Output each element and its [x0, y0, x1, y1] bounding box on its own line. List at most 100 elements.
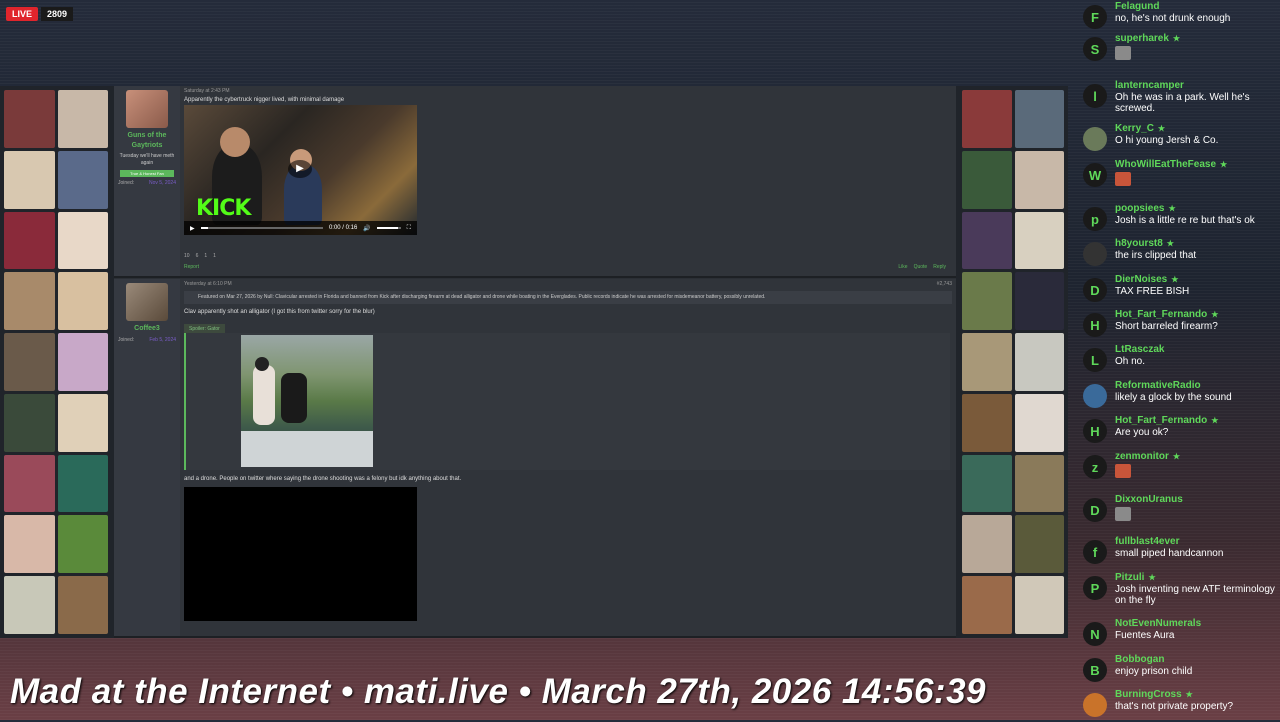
forum-post: Guns of the Gaytriots Tuesday we'll have…: [114, 86, 956, 278]
subscriber-star-icon: ★: [1220, 160, 1228, 169]
avatar[interactable]: [126, 90, 168, 128]
avatar[interactable]: f: [1083, 540, 1107, 564]
reply-button[interactable]: Reply: [933, 264, 946, 270]
avatar[interactable]: [1083, 384, 1107, 408]
volume-slider[interactable]: [376, 227, 401, 229]
live-badge: LIVE 2809: [6, 7, 74, 21]
chat-username[interactable]: zenmonitor: [1115, 451, 1169, 462]
joined-label: Joined:: [118, 337, 135, 343]
chat-username[interactable]: DierNoises: [1115, 274, 1167, 285]
author-name[interactable]: Guns of the Gaytriots: [114, 131, 180, 151]
subscriber-star-icon: ★: [1157, 124, 1166, 133]
avatar[interactable]: [1083, 127, 1107, 151]
chat-text: enjoy prison child: [1115, 666, 1193, 677]
emote-icon: [1115, 172, 1131, 186]
chat-message: N NotEvenNumerals Fuentes Aura: [1080, 617, 1280, 651]
post-date[interactable]: Saturday at 2:43 PM: [184, 86, 230, 96]
post-date[interactable]: Yesterday at 6:10 PM: [184, 279, 232, 289]
avatar[interactable]: D: [1083, 498, 1107, 522]
avatar[interactable]: p: [1083, 207, 1107, 231]
post-text: Apparently the cybertruck nigger lived, …: [184, 97, 345, 103]
avatar[interactable]: z: [1083, 455, 1107, 479]
featured-banner: Featured on Mar 27, 2026 by Null: Clavic…: [184, 291, 952, 304]
alligator-image[interactable]: [241, 335, 373, 467]
reaction-count[interactable]: 1: [204, 253, 207, 259]
spoiler-content: [184, 333, 950, 470]
chat-username[interactable]: lanterncamper: [1115, 80, 1184, 91]
chat-message: P Pitzuli ★ Josh inventing new ATF terminol…: [1080, 571, 1280, 606]
like-button[interactable]: Like: [898, 264, 907, 270]
chat-username[interactable]: Hot_Fart_Fernando: [1115, 415, 1207, 426]
chat-message: f fullblast4ever small piped handcannon: [1080, 535, 1280, 569]
chat-username[interactable]: NotEvenNumerals: [1115, 618, 1201, 629]
chat-message: l lanterncamper Oh he was in a park. Well …: [1080, 79, 1280, 114]
avatar[interactable]: H: [1083, 313, 1107, 337]
avatar[interactable]: [1083, 693, 1107, 717]
volume-icon[interactable]: 🔊: [363, 225, 370, 232]
avatar[interactable]: W: [1083, 163, 1107, 187]
chat-message: Kerry_C ★ O hi young Jersh & Co.: [1080, 122, 1280, 156]
forum-capture: Guns of the Gaytriots Tuesday we'll have…: [0, 86, 1068, 638]
author-title: Tuesday we'll have meth again: [119, 153, 175, 166]
subscriber-star-icon: ★: [1168, 204, 1176, 213]
author-name[interactable]: Coffee3: [114, 324, 180, 334]
chat-text: Josh inventing new ATF terminology on th…: [1115, 584, 1275, 606]
avatar[interactable]: [126, 283, 168, 321]
stream-footer: Mad at the Internet • mati.live • March …: [10, 672, 987, 711]
video-player[interactable]: KICK ▶ ▶ 0:00 / 0:16 🔊 ⛶: [184, 105, 417, 235]
chat-username[interactable]: fullblast4ever: [1115, 536, 1179, 547]
chat-username[interactable]: poopsiees: [1115, 203, 1164, 214]
avatar[interactable]: L: [1083, 348, 1107, 372]
avatar[interactable]: F: [1083, 5, 1107, 29]
chat-username[interactable]: WhoWillEatTheFease: [1115, 159, 1216, 170]
post-number[interactable]: #2,743: [937, 279, 952, 289]
avatar[interactable]: S: [1083, 37, 1107, 61]
chat-message: H Hot_Fart_Fernando ★ Are you ok?: [1080, 414, 1280, 448]
play-button-icon[interactable]: ▶: [190, 225, 195, 232]
chat-text: that's not private property?: [1115, 701, 1234, 712]
wallpaper-right: [958, 86, 1068, 638]
chat-username[interactable]: BurningCross: [1115, 689, 1182, 700]
post-content: Saturday at 2:43 PM Apparently the cyber…: [184, 86, 952, 276]
avatar[interactable]: P: [1083, 576, 1107, 600]
joined-date: Feb 5, 2024: [149, 337, 176, 343]
play-icon[interactable]: ▶: [288, 160, 312, 178]
reaction-count[interactable]: 10: [184, 253, 190, 259]
chat-username[interactable]: Felagund: [1115, 1, 1159, 12]
chat-message: ReformativeRadio likely a glock by the so…: [1080, 379, 1280, 413]
reaction-count[interactable]: 6: [196, 253, 199, 259]
chat-username[interactable]: Pitzuli: [1115, 572, 1144, 583]
subscriber-star-icon: ★: [1211, 310, 1219, 319]
chat-message: p poopsiees ★ Josh is a little re re but th…: [1080, 202, 1280, 236]
quote-button[interactable]: Quote: [914, 264, 928, 270]
avatar[interactable]: N: [1083, 622, 1107, 646]
emote-icon: [1115, 507, 1131, 521]
emote-icon: [1115, 464, 1131, 478]
report-link[interactable]: Report: [184, 264, 199, 270]
chat-text: small piped handcannon: [1115, 548, 1224, 559]
chat-username[interactable]: Hot_Fart_Fernando: [1115, 309, 1207, 320]
reactions[interactable]: 10 6 1 1: [184, 253, 216, 259]
subscriber-star-icon: ★: [1211, 416, 1219, 425]
avatar[interactable]: D: [1083, 278, 1107, 302]
fullscreen-icon[interactable]: ⛶: [407, 225, 411, 232]
forum-post: Coffee3 Joined: Feb 5, 2024 Yesterday at…: [114, 279, 956, 638]
chat-message: L LtRasczak Oh no.: [1080, 343, 1280, 377]
seek-bar[interactable]: [200, 227, 323, 229]
subscriber-star-icon: ★: [1185, 690, 1193, 699]
chat-username[interactable]: ReformativeRadio: [1115, 380, 1201, 391]
embedded-video[interactable]: [184, 487, 417, 621]
chat-username[interactable]: LtRasczak: [1115, 344, 1164, 355]
avatar[interactable]: [1083, 242, 1107, 266]
chat-username[interactable]: Bobbogan: [1115, 654, 1164, 665]
avatar[interactable]: l: [1083, 84, 1107, 108]
reaction-count[interactable]: 1: [213, 253, 216, 259]
chat-username[interactable]: h8yourst8: [1115, 238, 1163, 249]
chat-username[interactable]: superharek: [1115, 33, 1169, 44]
chat-username[interactable]: DixxonUranus: [1115, 494, 1183, 505]
chat-username[interactable]: Kerry_C: [1115, 123, 1154, 134]
avatar[interactable]: H: [1083, 419, 1107, 443]
avatar[interactable]: B: [1083, 658, 1107, 682]
chat-text: Oh no.: [1115, 356, 1146, 367]
chat-message: F Felagund no, he's not drunk enough: [1080, 0, 1280, 34]
